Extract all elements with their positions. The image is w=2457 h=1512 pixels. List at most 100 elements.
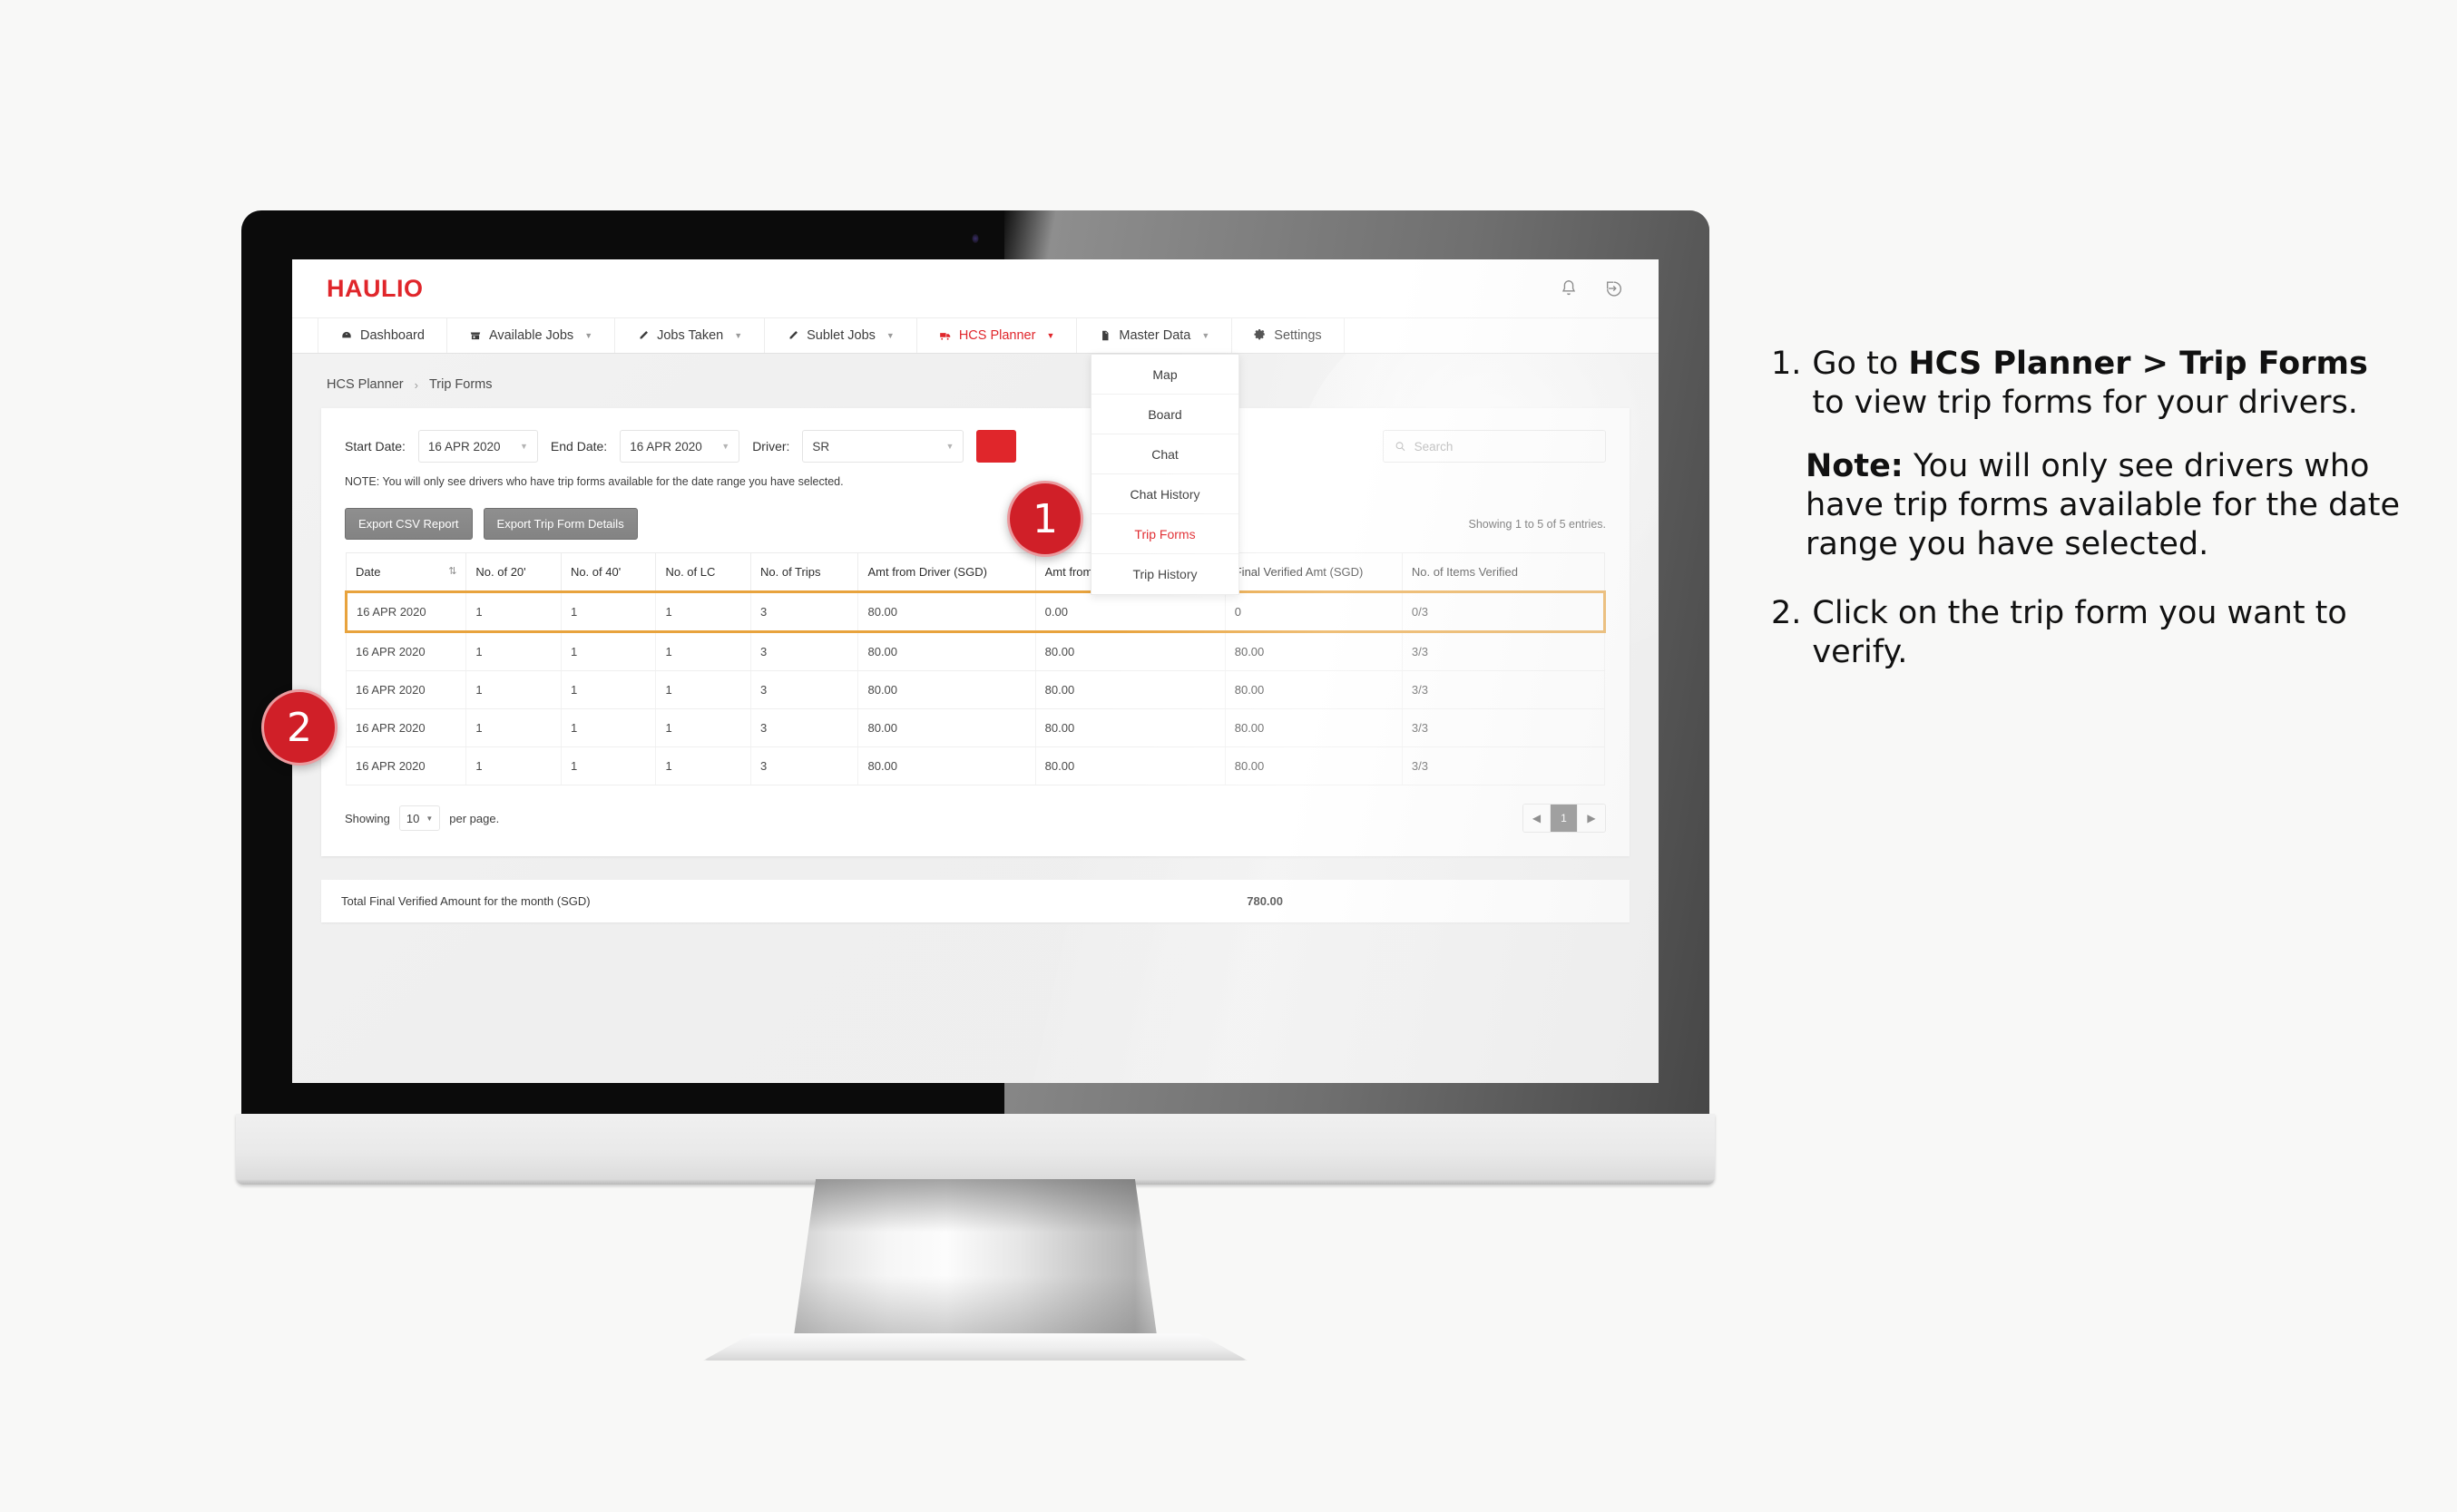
- col-no-of-lc[interactable]: No. of LC: [655, 552, 751, 592]
- cell-no-trips: 3: [749, 670, 859, 709]
- page-canvas: HAULIO Dashboard Available Jobs ▼ Jobs T…: [0, 0, 2457, 1512]
- dropdown-item-board[interactable]: Board: [1091, 395, 1238, 434]
- end-date-select[interactable]: 16 APR 2020 ▼: [620, 430, 740, 463]
- dropdown-item-trip-forms[interactable]: Trip Forms: [1091, 514, 1238, 554]
- logout-icon[interactable]: [1604, 278, 1624, 298]
- pagination-next-button[interactable]: ▶: [1578, 805, 1605, 832]
- table-row[interactable]: 16 APR 2020 1 1 1 3 80.00 80.00 80.00 3/…: [345, 708, 1606, 747]
- cell-items-verified: 3/3: [1401, 708, 1606, 747]
- sort-icon[interactable]: ⇅: [448, 565, 456, 577]
- cell-no-40: 1: [560, 590, 657, 633]
- nav-item-hcs-planner[interactable]: HCS Planner ▼: [916, 318, 1078, 353]
- per-page-select[interactable]: 10 ▼: [398, 805, 441, 831]
- step-1-text: Go to HCS Planner > Trip Forms to view t…: [1812, 345, 2406, 422]
- search-icon: [1395, 442, 1405, 452]
- export-csv-report-button[interactable]: Export CSV Report: [345, 508, 473, 540]
- apply-filter-button[interactable]: [976, 430, 1017, 463]
- driver-select[interactable]: SR ▼: [802, 430, 964, 463]
- cell-no-lc: 1: [655, 631, 751, 671]
- table-row[interactable]: 16 APR 2020 1 1 1 3 80.00 80.00 80.00 3/…: [345, 746, 1606, 785]
- col-final-verified-amt[interactable]: Final Verified Amt (SGD): [1224, 552, 1403, 592]
- export-trip-form-details-button[interactable]: Export Trip Form Details: [483, 508, 638, 540]
- cell-no-trips: 3: [749, 708, 859, 747]
- cell-amt-controller: 80.00: [1034, 708, 1226, 747]
- cell-date: 16 APR 2020: [344, 590, 467, 633]
- header-icon-group: [1559, 278, 1624, 298]
- cell-no-lc: 1: [655, 670, 751, 709]
- nav-item-sublet-jobs[interactable]: Sublet Jobs ▼: [765, 318, 917, 353]
- step-2-text: Click on the trip form you want to verif…: [1812, 595, 2347, 671]
- cell-no-40: 1: [560, 708, 657, 747]
- step-2-number: 2.: [1771, 595, 1802, 632]
- table-row[interactable]: 16 APR 2020 1 1 1 3 80.00 0.00 0 0/3: [344, 590, 1607, 633]
- nav-item-dashboard[interactable]: Dashboard: [318, 318, 447, 353]
- monitor-chin: [236, 1114, 1715, 1185]
- cell-items-verified: 3/3: [1401, 746, 1606, 785]
- search-box[interactable]: [1383, 430, 1606, 463]
- cell-final-amt: 80.00: [1224, 670, 1403, 709]
- dropdown-item-chat-history[interactable]: Chat History: [1091, 474, 1238, 514]
- start-date-value: 16 APR 2020: [427, 439, 501, 454]
- chevron-down-icon: ▼: [520, 442, 528, 451]
- col-no-of-trips[interactable]: No. of Trips: [749, 552, 859, 592]
- nav-item-settings[interactable]: Settings: [1232, 318, 1345, 353]
- pagination-prev-button[interactable]: ◀: [1523, 805, 1551, 832]
- bell-icon[interactable]: [1559, 278, 1579, 298]
- chevron-down-icon: ▼: [945, 442, 954, 451]
- cell-no-20: 1: [465, 746, 562, 785]
- cell-no-20: 1: [465, 631, 562, 671]
- pagination-page-1[interactable]: 1: [1551, 805, 1578, 832]
- end-date-value: 16 APR 2020: [630, 439, 702, 454]
- step-1-prefix: Go to: [1812, 346, 1909, 382]
- cell-amt-controller: 0.00: [1034, 590, 1226, 633]
- nav-label: HCS Planner: [958, 328, 1036, 343]
- cell-date: 16 APR 2020: [345, 746, 467, 785]
- table-footer: Showing 10 ▼ per page. ◀ 1 ▶: [321, 785, 1630, 856]
- dropdown-item-map[interactable]: Map: [1091, 355, 1238, 395]
- breadcrumb-current: Trip Forms: [428, 377, 493, 392]
- cell-amt-driver: 80.00: [857, 670, 1036, 709]
- trip-forms-table: Date ⇅ No. of 20' No. of 40' No. of LC N…: [344, 552, 1607, 785]
- filter-note: NOTE: You will only see drivers who have…: [345, 475, 844, 488]
- start-date-select[interactable]: 16 APR 2020 ▼: [417, 430, 538, 463]
- table-row[interactable]: 16 APR 2020 1 1 1 3 80.00 80.00 80.00 3/…: [345, 631, 1606, 671]
- nav-label: Sublet Jobs: [807, 328, 876, 343]
- cell-no-20: 1: [465, 670, 562, 709]
- cell-no-trips: 3: [749, 746, 859, 785]
- nav-item-jobs-taken[interactable]: Jobs Taken ▼: [615, 318, 766, 353]
- table-row[interactable]: 16 APR 2020 1 1 1 3 80.00 80.00 80.00 3/…: [345, 670, 1606, 709]
- total-verified-amount-bar: Total Final Verified Amount for the mont…: [321, 880, 1630, 922]
- search-input[interactable]: [1414, 439, 1594, 454]
- chevron-down-icon: ▼: [426, 814, 434, 823]
- per-page-label: per page.: [449, 811, 500, 825]
- col-no-of-20[interactable]: No. of 20': [465, 552, 562, 592]
- instructions-panel: 1. Go to HCS Planner > Trip Forms to vie…: [1771, 345, 2406, 697]
- note-bold-label: Note:: [1806, 448, 1904, 485]
- trip-forms-card: Start Date: 16 APR 2020 ▼ End Date: 16 A…: [321, 408, 1630, 856]
- monitor-stand-neck: [794, 1179, 1157, 1335]
- col-amt-from-driver[interactable]: Amt from Driver (SGD): [857, 552, 1036, 592]
- cell-items-verified: 0/3: [1401, 590, 1607, 633]
- step-1-suffix: to view trip forms for your drivers.: [1812, 384, 2358, 421]
- cell-no-40: 1: [560, 631, 657, 671]
- cell-no-20: 1: [465, 708, 562, 747]
- instruction-note: Note: You will only see drivers who have…: [1806, 447, 2406, 563]
- nav-item-master-data[interactable]: Master Data ▼: [1077, 318, 1233, 353]
- dropdown-item-chat[interactable]: Chat: [1091, 434, 1238, 474]
- col-label: Date: [356, 565, 381, 579]
- col-no-of-items-verified[interactable]: No. of Items Verified: [1401, 552, 1606, 592]
- dropdown-item-trip-history[interactable]: Trip History: [1091, 554, 1238, 594]
- cell-amt-controller: 80.00: [1034, 631, 1226, 671]
- breadcrumb-parent[interactable]: HCS Planner: [327, 377, 404, 392]
- haulio-logo[interactable]: HAULIO: [327, 275, 424, 303]
- nav-item-available-jobs[interactable]: Available Jobs ▼: [447, 318, 616, 353]
- col-no-of-40[interactable]: No. of 40': [560, 552, 657, 592]
- step-marker-1: 1: [1007, 481, 1083, 557]
- total-label: Total Final Verified Amount for the mont…: [341, 894, 591, 908]
- nav-label: Settings: [1274, 328, 1322, 343]
- instruction-step-1: 1. Go to HCS Planner > Trip Forms to vie…: [1771, 345, 2406, 422]
- cell-amt-controller: 80.00: [1034, 746, 1226, 785]
- nav-label: Master Data: [1119, 328, 1191, 343]
- driver-label: Driver:: [752, 439, 790, 454]
- col-date[interactable]: Date ⇅: [345, 552, 467, 592]
